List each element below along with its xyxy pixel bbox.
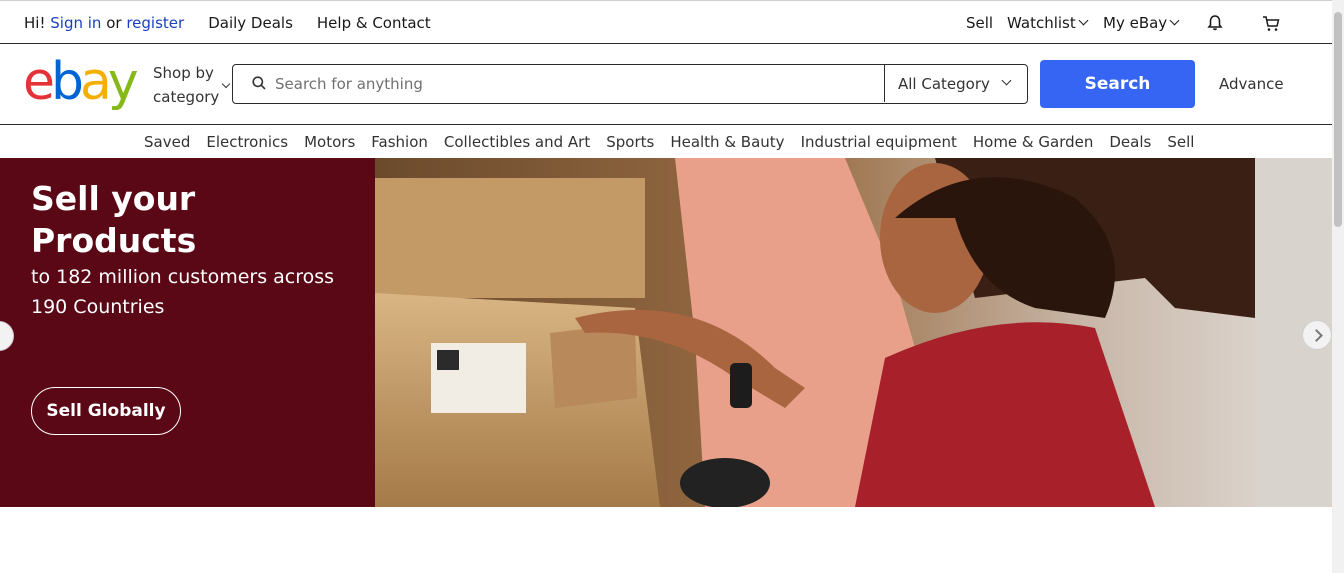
category-link-collectibles[interactable]: Collectibles and Art: [444, 133, 590, 151]
category-link-home-garden[interactable]: Home & Garden: [973, 133, 1094, 151]
hero-banner: Sell your Products to 182 million custom…: [0, 158, 1332, 507]
sign-in-link[interactable]: Sign in: [50, 14, 101, 32]
page-scrollbar[interactable]: [1332, 0, 1344, 573]
hero-subtitle: to 182 million customers across 190 Coun…: [31, 266, 335, 318]
shop-by-category-button[interactable]: Shop by category: [153, 61, 219, 109]
category-link-health-beauty[interactable]: Health & Bauty: [670, 133, 784, 151]
logo-letter-b: b: [51, 52, 84, 112]
search-icon: [252, 76, 266, 90]
logo-letter-y: y: [107, 52, 139, 112]
advanced-search-link[interactable]: Advance: [1219, 75, 1284, 93]
hero-photo: [375, 158, 1332, 507]
category-link-industrial[interactable]: Industrial equipment: [801, 133, 957, 151]
watchlist-label: Watchlist: [1007, 14, 1076, 32]
search-bar: All Category: [232, 64, 1028, 104]
shop-by-label: Shop by: [153, 64, 214, 82]
chevron-down-icon: [1169, 15, 1180, 26]
category-link-electronics[interactable]: Electronics: [206, 133, 288, 151]
category-nav: Saved Electronics Motors Fashion Collect…: [0, 126, 1332, 158]
or-text: or: [106, 14, 122, 32]
watchlist-menu[interactable]: Watchlist: [1007, 14, 1089, 32]
logo-letter-a: a: [80, 52, 112, 112]
hero-text-panel: Sell your Products to 182 million custom…: [0, 158, 375, 507]
top-left-links: Hi! Sign in or register Daily Deals Help…: [24, 14, 431, 32]
category-link-sports[interactable]: Sports: [606, 133, 654, 151]
category-link-sell[interactable]: Sell: [1167, 133, 1194, 151]
daily-deals-link[interactable]: Daily Deals: [208, 14, 293, 32]
scrollbar-thumb[interactable]: [1334, 12, 1342, 227]
sell-link[interactable]: Sell: [966, 14, 993, 32]
bell-icon[interactable]: [1206, 14, 1224, 32]
sell-globally-button[interactable]: Sell Globally: [31, 387, 181, 435]
hero-title: Sell your Products: [31, 178, 196, 262]
hero-title-line-1: Sell your: [31, 179, 196, 218]
category-select-value: All Category: [898, 75, 990, 93]
category-label: category: [153, 88, 220, 106]
chevron-down-icon: [1078, 15, 1089, 26]
register-link[interactable]: register: [126, 14, 184, 32]
my-ebay-menu[interactable]: My eBay: [1103, 14, 1180, 32]
category-select[interactable]: All Category: [884, 65, 1027, 102]
my-ebay-label: My eBay: [1103, 14, 1168, 32]
chevron-down-icon: [1001, 75, 1012, 86]
greeting-text: Hi!: [24, 14, 46, 32]
category-link-deals[interactable]: Deals: [1109, 133, 1151, 151]
main-header: ebay Shop by category All Category Searc…: [0, 44, 1332, 125]
ebay-logo[interactable]: ebay: [23, 52, 139, 112]
carousel-next-button[interactable]: [1302, 320, 1332, 350]
chevron-down-icon: [221, 79, 231, 89]
logo-letter-e: e: [23, 52, 55, 112]
category-link-fashion[interactable]: Fashion: [371, 133, 428, 151]
category-link-saved[interactable]: Saved: [144, 133, 190, 151]
top-utility-bar: Hi! Sign in or register Daily Deals Help…: [0, 0, 1332, 44]
help-contact-link[interactable]: Help & Contact: [317, 14, 431, 32]
search-button[interactable]: Search: [1040, 60, 1195, 108]
hero-title-line-2: Products: [31, 221, 197, 260]
search-input[interactable]: [275, 71, 875, 97]
cart-icon[interactable]: [1262, 15, 1280, 32]
category-link-motors[interactable]: Motors: [304, 133, 355, 151]
